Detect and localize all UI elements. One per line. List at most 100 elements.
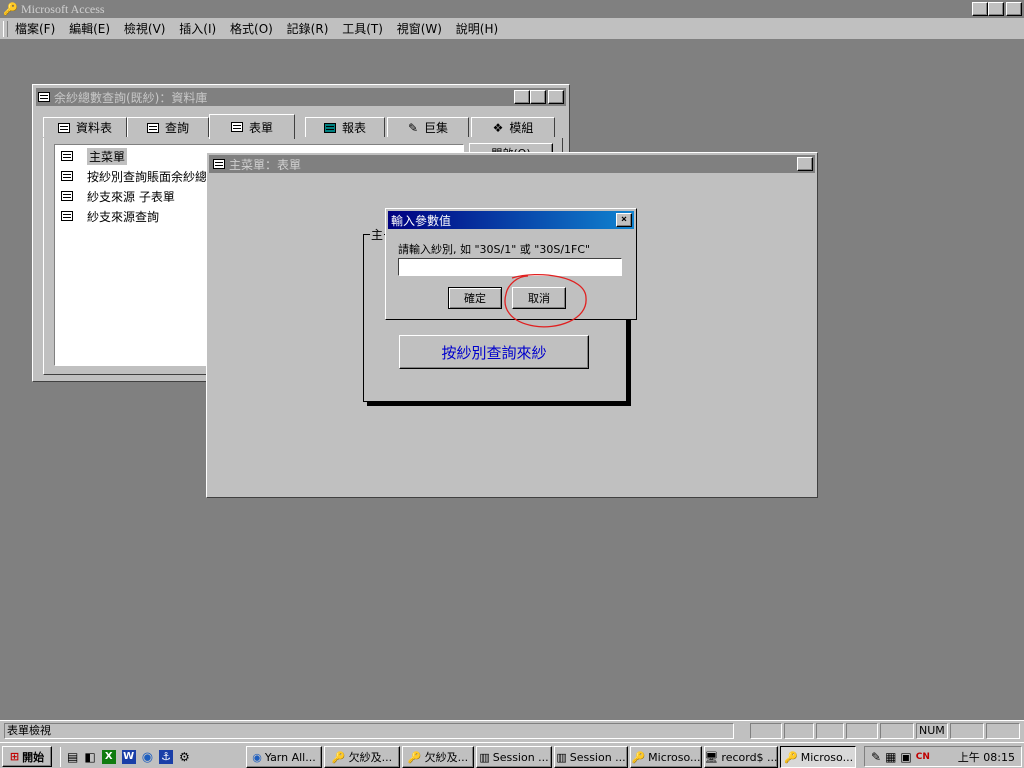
menu-bar: 檔案(F) 編輯(E) 檢視(V) 插入(I) 格式(O) 記錄(R) 工具(T…: [0, 18, 1024, 40]
dialog-close-button[interactable]: ×: [616, 213, 632, 227]
status-indicator: [950, 723, 984, 739]
query-by-yarn-label: 按紗別查詢來紗: [441, 343, 547, 362]
anchor-icon[interactable]: ⚓: [159, 750, 174, 764]
form-icon: [230, 122, 243, 132]
db-close-button[interactable]: ×: [548, 90, 564, 104]
tab-forms[interactable]: 表單: [209, 114, 295, 139]
desktop-icon[interactable]: ▤: [67, 750, 78, 764]
status-indicator: [816, 723, 844, 739]
quick-launch: ▤ ◧ X W ◉ ⚓ ⚙: [60, 747, 232, 767]
taskbar-item[interactable]: ▥ Session ...: [554, 746, 628, 768]
form-window-title-bar: 主菜單：表單 ×: [209, 155, 815, 173]
access-key-icon: 🔑: [3, 2, 18, 16]
taskbar-item-label: Session ...: [569, 750, 626, 764]
access-key-icon: 🔑: [784, 750, 798, 764]
computer-icon: 🖥: [704, 750, 719, 764]
taskbar-item[interactable]: ◉ Yarn All...: [246, 746, 322, 768]
browser-icon: ◉: [252, 750, 262, 764]
pencil-icon[interactable]: ✎: [871, 750, 881, 764]
list-item[interactable]: 紗支來源查詢: [61, 207, 159, 225]
access-key-icon: 🔑: [407, 750, 422, 764]
tab-modules[interactable]: ❖ 模組: [471, 117, 555, 137]
module-icon: ❖: [492, 120, 504, 135]
form-icon: [61, 151, 73, 161]
tab-tables-label: 資料表: [75, 121, 112, 135]
menu-help[interactable]: 說明(H): [451, 19, 503, 39]
form-window: 主菜單：表單 × 主 按紗別查詢來紗: [206, 152, 818, 498]
taskbar-item-label: record$ ...: [721, 750, 778, 764]
list-item-label: 紗支來源 子表單: [87, 189, 175, 204]
ok-button[interactable]: 確定: [448, 287, 502, 309]
access-key-icon: 🔑: [631, 750, 646, 764]
menu-window[interactable]: 視窗(W): [392, 19, 447, 39]
database-icon: [38, 92, 50, 102]
status-indicator: [846, 723, 878, 739]
query-icon: [146, 122, 159, 133]
taskbar-item[interactable]: ▥ Session ...: [476, 746, 552, 768]
tab-reports-label: 報表: [341, 121, 366, 135]
cancel-button-label: 取消: [528, 292, 550, 305]
browser-icon[interactable]: ◉: [142, 750, 153, 765]
database-tabs: 資料表 查詢 表單 報表 ✎ 巨集 ❖ 模組: [43, 114, 563, 139]
menu-insert[interactable]: 插入(I): [174, 19, 221, 39]
taskbar-item[interactable]: 🔑 欠紗及...: [324, 746, 400, 768]
database-window-title-bar: 余紗總數查詢(既紗)：資料庫 _ □ ×: [36, 88, 566, 106]
status-indicator: [750, 723, 782, 739]
office-icon[interactable]: ◧: [84, 750, 95, 764]
menu-tools[interactable]: 工具(T): [337, 19, 388, 39]
input-method-icon[interactable]: CN: [916, 750, 934, 764]
taskbar-item[interactable]: 🔑 欠紗及...: [402, 746, 474, 768]
menu-records[interactable]: 記錄(R): [282, 19, 334, 39]
db-minimize-button[interactable]: _: [514, 90, 530, 104]
db-maximize-button[interactable]: □: [530, 90, 546, 104]
tab-macros[interactable]: ✎ 巨集: [387, 117, 469, 137]
list-item[interactable]: 主菜單: [61, 147, 128, 165]
menu-view[interactable]: 檢視(V): [119, 19, 171, 39]
query-by-yarn-button[interactable]: 按紗別查詢來紗: [399, 335, 589, 369]
tab-queries[interactable]: 查詢: [127, 117, 209, 137]
taskbar: ⊞ 開始 ▤ ◧ X W ◉ ⚓ ⚙ ◉ Yarn All... 🔑 欠紗及..…: [0, 742, 1024, 768]
monitor-icon[interactable]: ▣: [900, 750, 911, 764]
form-close-button[interactable]: ×: [797, 157, 813, 171]
status-indicator: [880, 723, 914, 739]
list-item-label: 按紗別查詢賬面余紗總: [87, 169, 208, 184]
taskbar-item-active[interactable]: 🔑 Microso...: [780, 746, 856, 768]
menu-file[interactable]: 檔案(F): [10, 19, 60, 39]
clock[interactable]: 上午 08:15: [958, 749, 1015, 765]
status-indicator: [784, 723, 814, 739]
word-icon[interactable]: W: [121, 750, 136, 764]
list-item[interactable]: 按紗別查詢賬面余紗總: [61, 167, 207, 185]
session-icon: ▥: [556, 750, 567, 764]
taskbar-item-label: Session ...: [492, 750, 549, 764]
restore-button[interactable]: ▫: [988, 2, 1004, 16]
access-key-icon: 🔑: [331, 750, 346, 764]
network-icon[interactable]: ▦: [885, 750, 896, 764]
menu-grip: [3, 21, 8, 37]
app-title: Microsoft Access: [20, 1, 105, 16]
table-icon: [57, 122, 70, 133]
start-button[interactable]: ⊞ 開始: [2, 746, 52, 767]
excel-icon[interactable]: X: [101, 750, 116, 764]
parameter-input[interactable]: [398, 258, 622, 276]
tab-reports[interactable]: 報表: [305, 117, 385, 137]
menu-group-label: 主: [370, 226, 385, 243]
taskbar-item[interactable]: 🖥 record$ ...: [704, 746, 778, 768]
close-button[interactable]: ×: [1006, 2, 1022, 16]
menu-format[interactable]: 格式(O): [225, 19, 278, 39]
list-item[interactable]: 紗支來源 子表單: [61, 187, 175, 205]
parameter-prompt: 請輸入紗別, 如 "30S/1" 或 "30S/1FC": [398, 243, 591, 256]
tab-tables[interactable]: 資料表: [43, 117, 127, 137]
parameter-dialog-title-bar: 輸入參數值 ×: [388, 211, 634, 229]
session-icon: ▥: [479, 750, 490, 764]
windows-logo-icon: ⊞: [9, 750, 20, 763]
cancel-button[interactable]: 取消: [512, 287, 566, 309]
form-icon: [61, 171, 73, 181]
settings-icon[interactable]: ⚙: [179, 750, 190, 764]
menu-edit[interactable]: 編輯(E): [64, 19, 115, 39]
minimize-button[interactable]: _: [972, 2, 988, 16]
taskbar-item[interactable]: 🔑 Microso...: [630, 746, 702, 768]
status-bar: 表單檢視 NUM: [0, 720, 1024, 742]
tab-modules-label: 模組: [509, 121, 534, 135]
taskbar-item-label: 欠紗及...: [424, 751, 469, 764]
database-window-title: 余紗總數查詢(既紗)：資料庫: [54, 90, 208, 105]
